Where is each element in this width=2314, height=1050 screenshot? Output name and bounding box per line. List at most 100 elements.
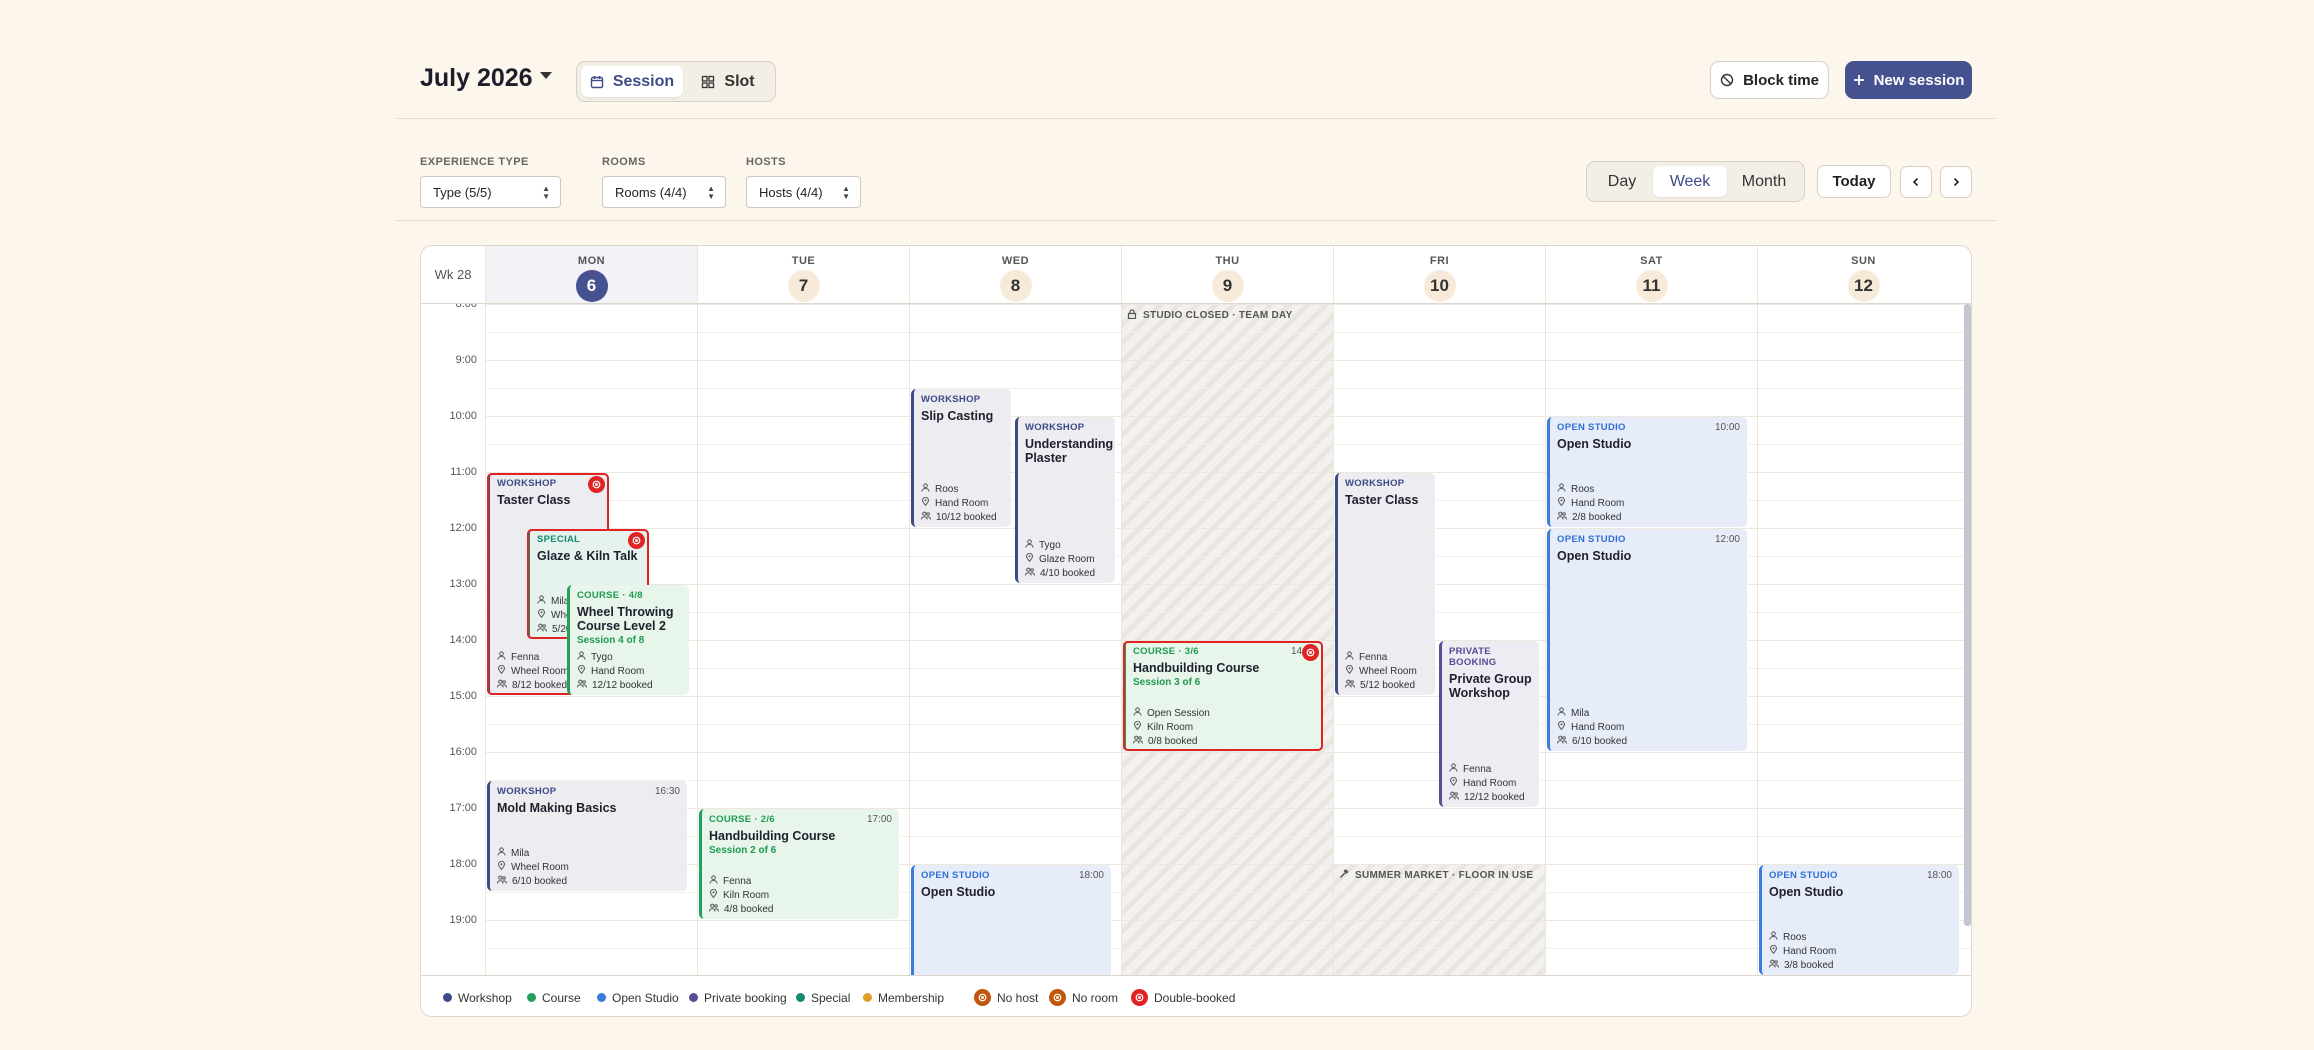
select-arrows-icon: ▲ ▼ bbox=[542, 184, 550, 201]
user-icon bbox=[1345, 651, 1354, 663]
day-date: 6 bbox=[575, 270, 608, 302]
location-pin-icon bbox=[1345, 664, 1354, 677]
vertical-scrollbar[interactable] bbox=[1964, 304, 1971, 926]
event-host-text: Tygo bbox=[1039, 539, 1061, 551]
chevron-down-icon[interactable] bbox=[540, 72, 552, 79]
event-workshop[interactable]: WORKSHOP Understanding Plaster Tygo Glaze R… bbox=[1015, 417, 1115, 583]
today-button[interactable]: Today bbox=[1817, 165, 1891, 198]
legend-label: Workshop bbox=[458, 990, 512, 1005]
event-workshop[interactable]: WORKSHOP Slip Casting Roos Hand Room 10/12 b… bbox=[911, 389, 1011, 527]
event-workshop[interactable]: WORKSHOP 16:30 Mold Making Basics Mila Wheel… bbox=[487, 781, 687, 891]
block-time-button[interactable]: Block time bbox=[1710, 61, 1829, 99]
time-label: 17:00 bbox=[449, 802, 477, 814]
event-time: 18:00 bbox=[1078, 870, 1104, 881]
event-room: Wheel Room bbox=[497, 860, 569, 873]
event-open[interactable]: OPEN STUDIO 18:00 Open Studio Roos Hand Room… bbox=[1759, 865, 1959, 975]
event-room-text: Hand Room bbox=[935, 497, 989, 509]
event-course[interactable]: COURSE · 4/8 Wheel Throwing Course Level … bbox=[567, 585, 689, 695]
event-host: Tygo bbox=[577, 651, 653, 663]
day-date: 7 bbox=[787, 270, 820, 302]
hour-line bbox=[485, 528, 1971, 529]
legend-flag-no-host: No host bbox=[974, 976, 1039, 1016]
day-header-sun[interactable]: SUN 12 bbox=[1757, 246, 1969, 303]
event-details: Mila Wheel Room 6/10 booked bbox=[497, 845, 569, 887]
day-name: FRI bbox=[1429, 255, 1450, 267]
range-toggle: Day Week Month bbox=[1586, 161, 1805, 202]
event-workshop[interactable]: WORKSHOP Taster Class Fenna Wheel Room 5/12 … bbox=[1335, 473, 1435, 695]
day-header-sat[interactable]: SAT 11 bbox=[1545, 246, 1757, 303]
event-host-text: Roos bbox=[935, 483, 959, 495]
half-hour-line bbox=[485, 388, 1971, 389]
half-hour-line bbox=[485, 500, 1971, 501]
rooms-filter-select[interactable]: Rooms (4/4) ▲ ▼ bbox=[602, 176, 726, 208]
people-icon bbox=[1025, 567, 1035, 579]
event-open[interactable]: OPEN STUDIO 10:00 Open Studio Roos Hand Room… bbox=[1547, 417, 1747, 527]
day-date: 12 bbox=[1847, 270, 1880, 302]
time-label: 16:00 bbox=[449, 746, 477, 758]
people-icon bbox=[921, 511, 931, 523]
event-host-text: Mila bbox=[511, 847, 530, 859]
event-category: COURSE · 4/8 bbox=[577, 590, 643, 601]
calendar-icon bbox=[590, 75, 604, 88]
event-host: Fenna bbox=[709, 875, 774, 887]
new-session-button[interactable]: New session bbox=[1845, 61, 1972, 99]
event-private[interactable]: PRIVATE BOOKING Private Group Workshop Fen… bbox=[1439, 641, 1539, 807]
event-booked: 10/12 booked bbox=[921, 511, 997, 523]
event-category: WORKSHOP bbox=[1345, 478, 1405, 489]
event-open[interactable]: OPEN STUDIO 18:00 Open Studio bbox=[911, 865, 1111, 975]
session-view-button[interactable]: Session bbox=[581, 66, 683, 97]
location-pin-icon bbox=[577, 664, 586, 677]
event-title: Open Studio bbox=[1557, 437, 1632, 451]
hosts-filter-value: Hosts (4/4) bbox=[759, 185, 823, 200]
day-name: SAT bbox=[1640, 255, 1663, 267]
event-host-text: Mila bbox=[1571, 707, 1590, 719]
next-week-button[interactable] bbox=[1940, 166, 1972, 198]
day-header-fri[interactable]: FRI 10 bbox=[1333, 246, 1545, 303]
hour-line bbox=[485, 752, 1971, 753]
slot-view-button[interactable]: Slot bbox=[685, 66, 771, 97]
event-host: Roos bbox=[921, 483, 997, 495]
event-open[interactable]: OPEN STUDIO 12:00 Open Studio Mila Hand Room… bbox=[1547, 529, 1747, 751]
event-host: Mila bbox=[497, 847, 569, 859]
event-category: WORKSHOP bbox=[497, 478, 557, 489]
legend-flag-label: No host bbox=[997, 990, 1039, 1005]
week-range-button[interactable]: Week bbox=[1653, 166, 1727, 197]
day-column-divider bbox=[697, 304, 698, 975]
day-header-mon[interactable]: MON 6 bbox=[485, 246, 697, 303]
people-icon bbox=[497, 679, 507, 691]
day-header-tue[interactable]: TUE 7 bbox=[697, 246, 909, 303]
event-booked-text: 6/10 booked bbox=[512, 875, 568, 887]
event-host-text: Fenna bbox=[1359, 651, 1388, 663]
event-course[interactable]: COURSE · 3/614:00Handbuilding CourseSess… bbox=[1123, 641, 1323, 751]
event-host: Mila bbox=[1557, 707, 1627, 719]
day-column-divider bbox=[1121, 304, 1122, 975]
day-header-wed[interactable]: WED 8 bbox=[909, 246, 1121, 303]
time-label: 13:00 bbox=[449, 578, 477, 590]
user-icon bbox=[1557, 707, 1566, 719]
event-details: Roos Hand Room 3/8 booked bbox=[1769, 929, 1836, 971]
previous-week-button[interactable] bbox=[1900, 166, 1932, 198]
event-details: Fenna Wheel Room 8/12 booked bbox=[497, 649, 569, 691]
time-label: 15:00 bbox=[449, 690, 477, 702]
hour-line bbox=[485, 472, 1971, 473]
event-category: OPEN STUDIO bbox=[1769, 870, 1838, 881]
month-range-button[interactable]: Month bbox=[1727, 166, 1801, 197]
day-header-thu[interactable]: THU 9 bbox=[1121, 246, 1333, 303]
day-range-button[interactable]: Day bbox=[1591, 166, 1653, 197]
event-booked: 5/12 booked bbox=[1345, 679, 1417, 691]
event-room-text: Wheel Room bbox=[511, 665, 569, 677]
block-icon bbox=[1720, 73, 1734, 87]
event-title: Understanding Plaster bbox=[1025, 437, 1114, 465]
user-icon bbox=[1133, 707, 1142, 719]
event-course[interactable]: COURSE · 2/6 17:00 Handbuilding Course Sess… bbox=[699, 809, 899, 919]
event-booked: 4/10 booked bbox=[1025, 567, 1095, 579]
time-grid[interactable]: STUDIO CLOSED · TEAM DAY SUMMER MARKET · … bbox=[421, 303, 1971, 975]
type-filter-select[interactable]: Type (5/5) ▲ ▼ bbox=[420, 176, 561, 208]
rooms-filter-value: Rooms (4/4) bbox=[615, 185, 687, 200]
event-booked: 2/8 booked bbox=[1557, 511, 1624, 523]
user-icon bbox=[1557, 483, 1566, 495]
hosts-filter-select[interactable]: Hosts (4/4) ▲ ▼ bbox=[746, 176, 861, 208]
page-title[interactable]: July 2026 bbox=[420, 64, 533, 93]
event-room-text: Wheel Room bbox=[511, 861, 569, 873]
event-room: Hand Room bbox=[921, 496, 997, 509]
